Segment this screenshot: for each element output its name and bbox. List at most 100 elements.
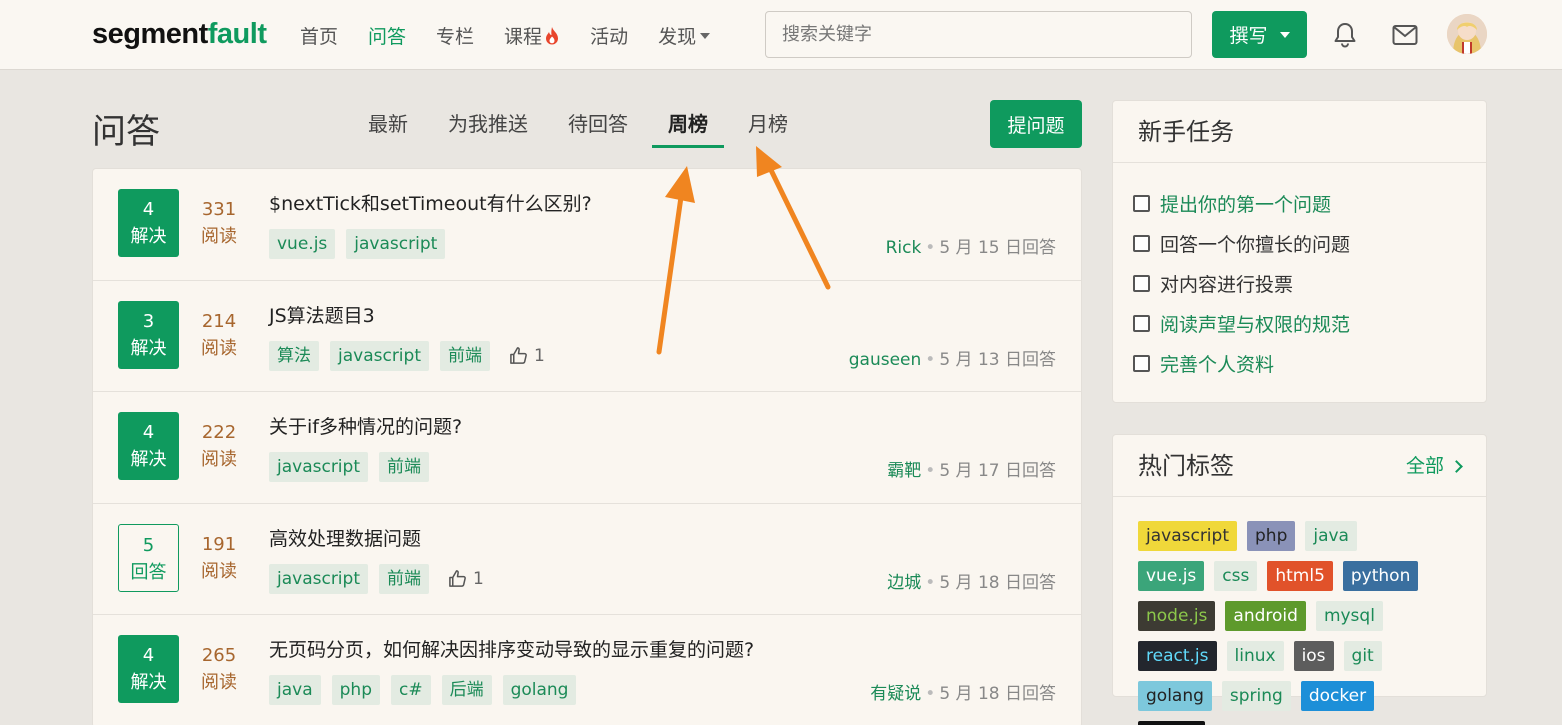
nav-events[interactable]: 活动 [590, 22, 628, 49]
view-count: 191 阅读 [201, 533, 237, 582]
hot-tag[interactable]: golang [1138, 681, 1212, 711]
question-title[interactable]: 关于if多种情况的问题? [269, 412, 462, 439]
hot-tag[interactable]: android [1225, 601, 1306, 631]
task-item[interactable]: 提出你的第一个问题 [1133, 183, 1486, 223]
newbie-tasks-card: 新手任务 提出你的第一个问题 回答一个你擅长的问题 对内容进行投票 阅读声望与权… [1112, 100, 1487, 403]
view-count: 331 阅读 [201, 199, 237, 247]
question-tags: javascript 前端 1 [269, 563, 484, 594]
nav-home[interactable]: 首页 [300, 22, 338, 49]
question-meta: gauseen • 5 月 13 日回答 [848, 349, 1056, 370]
like-count[interactable]: 1 [509, 346, 545, 366]
author-link[interactable]: gauseen [849, 350, 922, 370]
question-tags: 算法 javascript 前端 1 [269, 340, 545, 371]
main-nav: 首页 问答 专栏 课程 活动 发现 [300, 22, 740, 49]
answer-date: 5 月 13 日回答 [939, 349, 1056, 370]
user-avatar[interactable] [1447, 14, 1487, 54]
view-count: 265 阅读 [201, 645, 237, 693]
answer-count-badge: 5 回答 [118, 523, 179, 592]
question-item: 4 解决 265 阅读 无页码分页，如何解决因排序变动导致的显示重复的问题? jav… [93, 615, 1081, 725]
tag[interactable]: java [269, 675, 321, 705]
checkbox [1133, 194, 1150, 212]
tag[interactable]: javascript [330, 340, 429, 371]
hot-tag[interactable]: docker [1300, 681, 1375, 711]
hot-tag[interactable]: linux [1226, 641, 1284, 671]
answer-count-badge: 4 解决 [118, 635, 179, 703]
question-title[interactable]: 无页码分页，如何解决因排序变动导致的显示重复的问题? [269, 635, 754, 662]
question-meta: 霸靶 • 5 月 17 日回答 [887, 461, 1056, 481]
question-meta: 边城 • 5 月 18 日回答 [887, 572, 1056, 593]
search-input[interactable] [765, 11, 1192, 58]
bell-icon[interactable] [1333, 22, 1357, 48]
question-tags: javascript 前端 [269, 452, 440, 482]
author-link[interactable]: 有疑说 [870, 684, 921, 704]
hot-tag[interactable]: html5 [1267, 561, 1333, 591]
hot-tag[interactable]: css [1214, 561, 1258, 591]
view-count: 222 阅读 [201, 422, 237, 470]
hot-tag[interactable]: 程序员 [1138, 721, 1205, 725]
hot-tags-card: 热门标签 全部 javascript php java vue.js css html5 py… [1112, 434, 1487, 725]
hot-tag[interactable]: java [1305, 521, 1357, 551]
checkbox [1133, 354, 1150, 372]
thumbs-up-icon [449, 570, 466, 587]
ask-question-button[interactable]: 提问题 [990, 100, 1082, 148]
hot-tag[interactable]: spring [1221, 681, 1291, 711]
caret-down-icon [1279, 31, 1290, 38]
hot-tag[interactable]: php [1247, 521, 1296, 551]
tag[interactable]: javascript [346, 229, 446, 259]
question-title[interactable]: $nextTick和setTimeout有什么区别? [269, 189, 592, 216]
question-list: 4 解决 331 阅读 $nextTick和setTimeout有什么区别? vue… [92, 168, 1082, 725]
mail-icon[interactable] [1392, 24, 1418, 46]
all-tags-link[interactable]: 全部 [1406, 435, 1463, 497]
hot-tag[interactable]: mysql [1315, 601, 1383, 631]
avatar-image [1447, 14, 1487, 54]
author-link[interactable]: 霸靶 [887, 461, 921, 481]
tag[interactable]: 算法 [269, 340, 319, 371]
write-button[interactable]: 撰写 [1212, 11, 1307, 58]
nav-qa[interactable]: 问答 [368, 22, 406, 49]
answer-date: 5 月 15 日回答 [939, 238, 1056, 258]
tag[interactable]: 前端 [379, 563, 429, 594]
hot-tag[interactable]: react.js [1138, 641, 1217, 671]
tag[interactable]: 后端 [441, 675, 492, 705]
task-item[interactable]: 完善个人资料 [1133, 343, 1486, 383]
like-count[interactable]: 1 [448, 569, 484, 589]
tag[interactable]: php [331, 675, 380, 705]
site-logo[interactable]: segmentfault [92, 18, 267, 51]
tab-weekly[interactable]: 周榜 [652, 100, 724, 148]
tab-unanswered[interactable]: 待回答 [552, 100, 644, 148]
tag[interactable]: 前端 [440, 340, 490, 371]
question-tags: java php c# 后端 golang [269, 675, 587, 705]
thumbs-up-icon [510, 347, 527, 364]
question-title[interactable]: 高效处理数据问题 [269, 524, 421, 551]
author-link[interactable]: Rick [886, 238, 922, 258]
tab-monthly[interactable]: 月榜 [732, 100, 804, 148]
tag[interactable]: javascript [269, 452, 368, 482]
hot-tag[interactable]: javascript [1138, 521, 1237, 551]
question-title[interactable]: JS算法题目3 [269, 301, 375, 328]
tag[interactable]: 前端 [379, 452, 429, 482]
nav-course[interactable]: 课程 [504, 22, 560, 49]
card-title: 新手任务 [1113, 101, 1486, 163]
nav-discover[interactable]: 发现 [658, 22, 711, 49]
chevron-right-icon [1450, 460, 1463, 473]
caret-down-icon [700, 33, 711, 39]
tag[interactable]: javascript [269, 563, 368, 594]
hot-tag[interactable]: git [1343, 641, 1382, 671]
hot-tag[interactable]: node.js [1138, 601, 1216, 631]
hot-tag[interactable]: python [1342, 561, 1419, 591]
tag[interactable]: c# [390, 675, 431, 705]
tab-latest[interactable]: 最新 [352, 100, 424, 148]
author-link[interactable]: 边城 [887, 573, 921, 593]
hot-tag-list: javascript php java vue.js css html5 python nod… [1113, 497, 1458, 725]
tag[interactable]: golang [502, 675, 577, 705]
hot-tag[interactable]: vue.js [1138, 561, 1205, 591]
tag[interactable]: vue.js [269, 229, 336, 259]
question-item: 4 解决 331 阅读 $nextTick和setTimeout有什么区别? vue… [93, 169, 1081, 281]
task-item[interactable]: 阅读声望与权限的规范 [1133, 303, 1486, 343]
hot-tag[interactable]: ios [1293, 641, 1334, 671]
tab-recommended[interactable]: 为我推送 [432, 100, 544, 148]
checkbox [1133, 234, 1150, 252]
answer-date: 5 月 17 日回答 [939, 461, 1056, 481]
nav-column[interactable]: 专栏 [436, 22, 474, 49]
question-item: 4 解决 222 阅读 关于if多种情况的问题? javascript 前端 霸靶 •… [93, 392, 1081, 504]
